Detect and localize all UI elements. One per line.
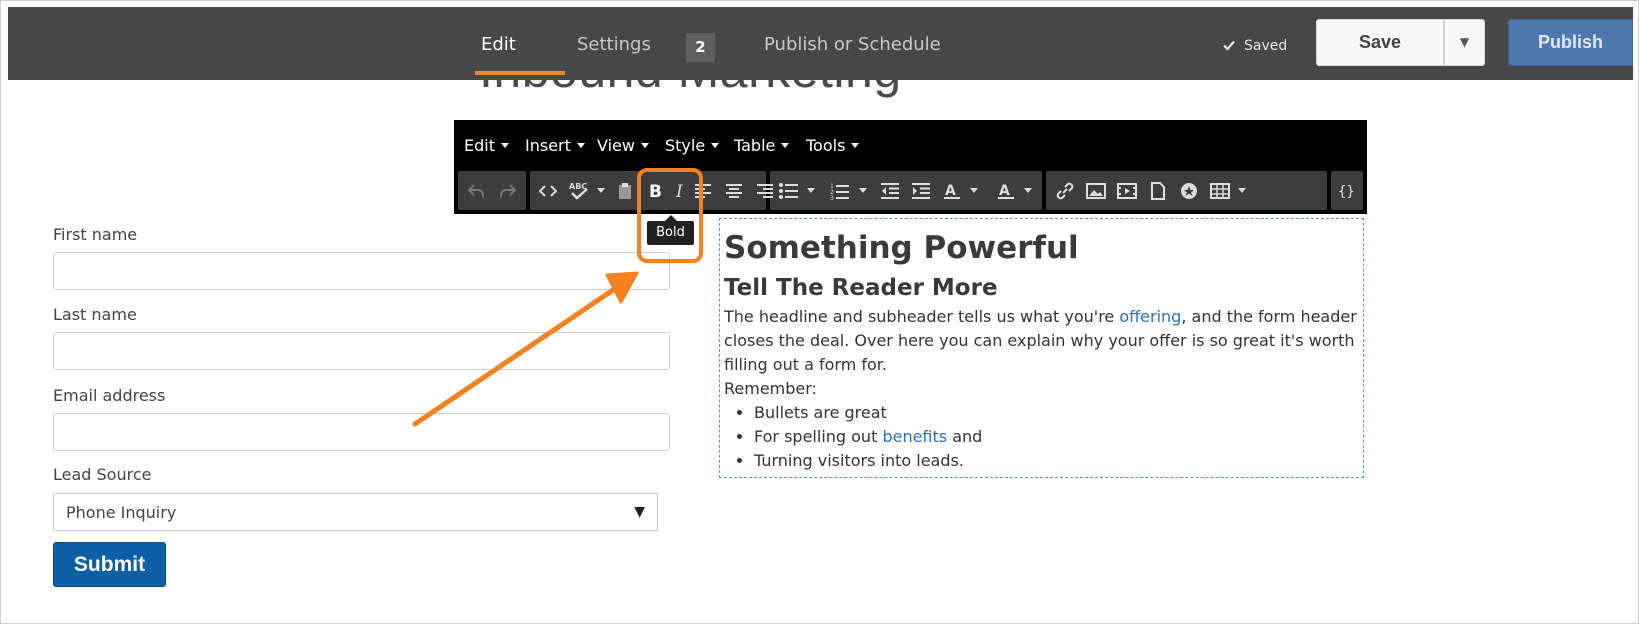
table-options-caret[interactable] bbox=[1235, 171, 1249, 210]
background-color-options-caret[interactable] bbox=[1021, 171, 1035, 210]
list-item-text-end: and bbox=[947, 427, 983, 446]
lead-source-label: Lead Source bbox=[53, 465, 152, 484]
paste-icon[interactable] bbox=[610, 171, 640, 210]
table-icon[interactable] bbox=[1205, 171, 1235, 210]
app-frame: Inbound Marketing Edit Settings 2 Publis… bbox=[0, 0, 1639, 624]
save-options-dropdown[interactable]: ▼ bbox=[1444, 19, 1485, 66]
bullet-list-options-caret[interactable] bbox=[804, 171, 818, 210]
tab-settings[interactable]: Settings bbox=[577, 34, 651, 55]
svg-text:B: B bbox=[649, 182, 662, 200]
personalization-token-icon[interactable]: {} bbox=[1332, 171, 1362, 210]
menu-insert[interactable]: Insert bbox=[525, 136, 585, 155]
menu-insert-label: Insert bbox=[525, 136, 571, 155]
settings-count-badge: 2 bbox=[686, 33, 715, 62]
offering-link[interactable]: offering bbox=[1119, 307, 1181, 326]
tab-publish-or-schedule[interactable]: Publish or Schedule bbox=[764, 34, 941, 55]
source-code-icon[interactable] bbox=[533, 171, 563, 210]
tab-edit[interactable]: Edit bbox=[481, 34, 516, 55]
spellcheck-icon[interactable]: ABC bbox=[564, 171, 594, 210]
text-color-options-caret[interactable] bbox=[967, 171, 981, 210]
indent-icon[interactable] bbox=[906, 171, 936, 210]
menu-view[interactable]: View bbox=[597, 136, 649, 155]
list-item: Bullets are great bbox=[754, 401, 1359, 425]
bullet-list-icon[interactable] bbox=[774, 171, 804, 210]
lead-source-value: Phone Inquiry bbox=[66, 503, 177, 522]
menu-edit-label: Edit bbox=[464, 136, 495, 155]
align-left-icon[interactable] bbox=[688, 171, 718, 210]
paragraph-text-start: The headline and subheader tells us what… bbox=[724, 307, 1120, 326]
checkmark-icon bbox=[1223, 40, 1235, 51]
benefits-list: Bullets are great For spelling out benef… bbox=[754, 401, 1359, 473]
remember-line: Remember: bbox=[724, 379, 817, 398]
submit-button[interactable]: Submit bbox=[53, 542, 166, 587]
svg-text:A: A bbox=[945, 183, 956, 199]
align-center-icon[interactable] bbox=[719, 171, 749, 210]
menu-style-label: Style bbox=[665, 136, 706, 155]
cta-icon[interactable] bbox=[1174, 171, 1204, 210]
video-icon[interactable] bbox=[1112, 171, 1142, 210]
menu-tools-label: Tools bbox=[806, 136, 846, 155]
rich-text-toolbar: Edit Insert View Style Table Tools ABC B… bbox=[454, 120, 1367, 214]
select-arrow-icon: ▼ bbox=[634, 504, 645, 520]
text-color-icon[interactable]: A bbox=[937, 171, 967, 210]
svg-text:{}: {} bbox=[1338, 184, 1355, 199]
saved-label: Saved bbox=[1244, 38, 1288, 54]
redo-icon[interactable] bbox=[493, 171, 523, 210]
content-subheading: Tell The Reader More bbox=[724, 275, 998, 301]
menu-table-label: Table bbox=[734, 136, 776, 155]
undo-icon[interactable] bbox=[461, 171, 491, 210]
active-tab-indicator bbox=[475, 71, 565, 75]
menu-tools[interactable]: Tools bbox=[806, 136, 860, 155]
email-address-label: Email address bbox=[53, 386, 166, 405]
menu-style[interactable]: Style bbox=[665, 136, 720, 155]
top-bar: Edit Settings 2 Publish or Schedule Save… bbox=[8, 7, 1633, 80]
saved-status: Saved bbox=[1222, 38, 1287, 54]
spellcheck-options-caret[interactable] bbox=[594, 171, 608, 210]
bold-tooltip: Bold bbox=[647, 221, 694, 245]
list-item-text: For spelling out bbox=[754, 427, 883, 446]
first-name-label: First name bbox=[53, 225, 138, 244]
content-heading: Something Powerful bbox=[724, 230, 1079, 266]
numbered-list-icon[interactable]: 123 bbox=[825, 171, 855, 210]
list-item: Turning visitors into leads. bbox=[754, 449, 1359, 473]
svg-text:I: I bbox=[675, 182, 683, 200]
save-button[interactable]: Save bbox=[1316, 19, 1444, 66]
outdent-icon[interactable] bbox=[875, 171, 905, 210]
first-name-input[interactable] bbox=[53, 252, 670, 290]
svg-text:A: A bbox=[999, 183, 1010, 199]
benefits-link[interactable]: benefits bbox=[882, 427, 947, 446]
last-name-label: Last name bbox=[53, 305, 137, 324]
menu-edit[interactable]: Edit bbox=[464, 136, 509, 155]
chevron-down-icon: ▼ bbox=[1459, 35, 1470, 49]
background-color-icon[interactable]: A bbox=[991, 171, 1021, 210]
last-name-input[interactable] bbox=[53, 332, 670, 370]
file-icon[interactable] bbox=[1143, 171, 1173, 210]
numbered-list-options-caret[interactable] bbox=[856, 171, 870, 210]
svg-text:3: 3 bbox=[830, 195, 834, 200]
list-item: For spelling out benefits and bbox=[754, 425, 1359, 449]
rich-text-content[interactable]: Something Powerful Tell The Reader More … bbox=[719, 218, 1364, 478]
image-icon[interactable] bbox=[1081, 171, 1111, 210]
link-icon[interactable] bbox=[1050, 171, 1080, 210]
content-paragraph: The headline and subheader tells us what… bbox=[724, 305, 1359, 377]
menu-view-label: View bbox=[597, 136, 635, 155]
publish-button[interactable]: Publish bbox=[1508, 19, 1633, 66]
menu-table[interactable]: Table bbox=[734, 136, 790, 155]
email-address-input[interactable] bbox=[53, 413, 670, 451]
lead-source-select[interactable]: Phone Inquiry ▼ bbox=[53, 493, 658, 531]
